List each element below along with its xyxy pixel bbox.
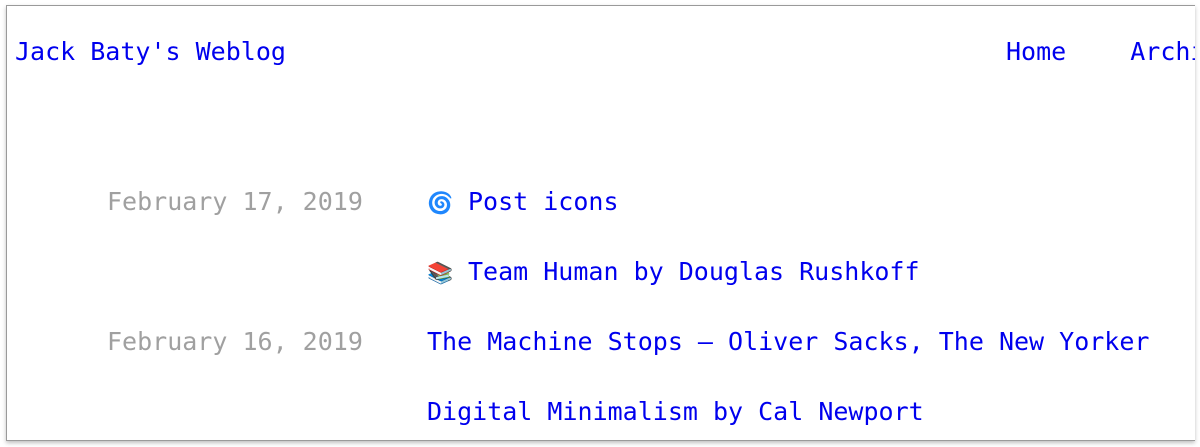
post-title-link[interactable]: 📚 Team Human by Douglas Rushkoff xyxy=(427,256,920,289)
post-title-link[interactable]: Digital Minimalism by Cal Newport xyxy=(427,396,924,428)
post-title-link[interactable]: 🌀 Post icons xyxy=(427,186,619,219)
site-title-link[interactable]: Jack Baty's Weblog xyxy=(15,36,286,68)
post-date: February 16, 2019 xyxy=(107,327,363,356)
cyclone-icon: 🌀 xyxy=(427,191,454,215)
books-icon: 📚 xyxy=(427,261,454,285)
post-date: February 17, 2019 xyxy=(107,187,363,216)
nav-archive-link[interactable]: Archive xyxy=(1130,36,1195,68)
browser-viewport: Jack Baty's Weblog Home Archive February … xyxy=(6,5,1195,441)
post-title-link[interactable]: The Machine Stops – Oliver Sacks, The Ne… xyxy=(427,326,1149,358)
nav-home-link[interactable]: Home xyxy=(1006,36,1066,68)
post-title: Team Human by Douglas Rushkoff xyxy=(468,257,920,286)
post-title: Post icons xyxy=(468,187,619,216)
main-nav: Home Archive xyxy=(1006,36,1195,68)
